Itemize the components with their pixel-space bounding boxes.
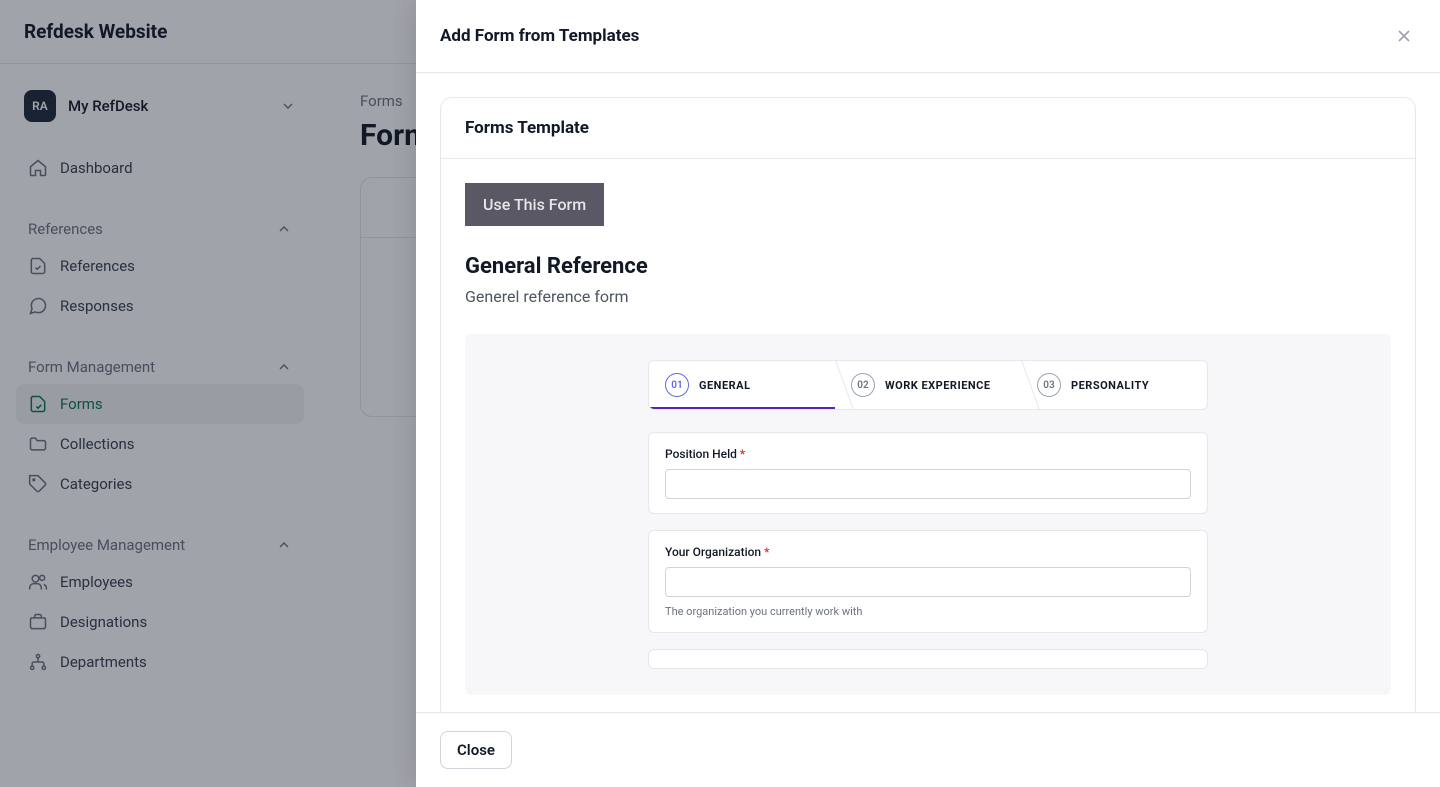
- form-stepper: 01 GENERAL 02 WORK EXPERIENCE 03 PERSONA…: [648, 360, 1208, 410]
- field-label: Your Organization *: [665, 545, 1191, 559]
- field-hint: The organization you currently work with: [665, 605, 1191, 618]
- field-label: Position Held *: [665, 447, 1191, 461]
- form-preview: 01 GENERAL 02 WORK EXPERIENCE 03 PERSONA…: [465, 334, 1391, 695]
- step-number: 02: [851, 373, 875, 397]
- field-partial: [648, 649, 1208, 669]
- text-input[interactable]: [665, 567, 1191, 597]
- template-card-title: Forms Template: [441, 98, 1415, 159]
- field-position-held: Position Held *: [648, 432, 1208, 514]
- field-label-text: Your Organization: [665, 545, 761, 559]
- close-button[interactable]: [1392, 24, 1416, 48]
- template-card: Forms Template Use This Form General Ref…: [440, 97, 1416, 712]
- step-general[interactable]: 01 GENERAL: [649, 361, 835, 409]
- field-your-organization: Your Organization * The organization you…: [648, 530, 1208, 633]
- template-name: General Reference: [465, 254, 1391, 279]
- step-label: GENERAL: [699, 379, 751, 392]
- drawer-title: Add Form from Templates: [440, 26, 639, 46]
- drawer-body[interactable]: Forms Template Use This Form General Ref…: [416, 73, 1440, 712]
- required-indicator: *: [764, 545, 769, 559]
- step-number: 03: [1037, 373, 1061, 397]
- template-card-body: Use This Form General Reference Generel …: [441, 159, 1415, 712]
- step-work-experience[interactable]: 02 WORK EXPERIENCE: [835, 361, 1021, 409]
- text-input[interactable]: [665, 469, 1191, 499]
- template-drawer: Add Form from Templates Forms Template U…: [416, 0, 1440, 787]
- step-personality[interactable]: 03 PERSONALITY: [1021, 361, 1207, 409]
- step-number: 01: [665, 373, 689, 397]
- step-label: WORK EXPERIENCE: [885, 379, 991, 392]
- field-label-text: Position Held: [665, 447, 737, 461]
- close-footer-button[interactable]: Close: [440, 731, 512, 769]
- drawer-footer: Close: [416, 712, 1440, 787]
- template-description: Generel reference form: [465, 287, 1391, 306]
- close-icon: [1394, 26, 1414, 46]
- use-this-form-button[interactable]: Use This Form: [465, 183, 604, 226]
- drawer-header: Add Form from Templates: [416, 0, 1440, 73]
- required-indicator: *: [740, 447, 745, 461]
- step-label: PERSONALITY: [1071, 379, 1149, 392]
